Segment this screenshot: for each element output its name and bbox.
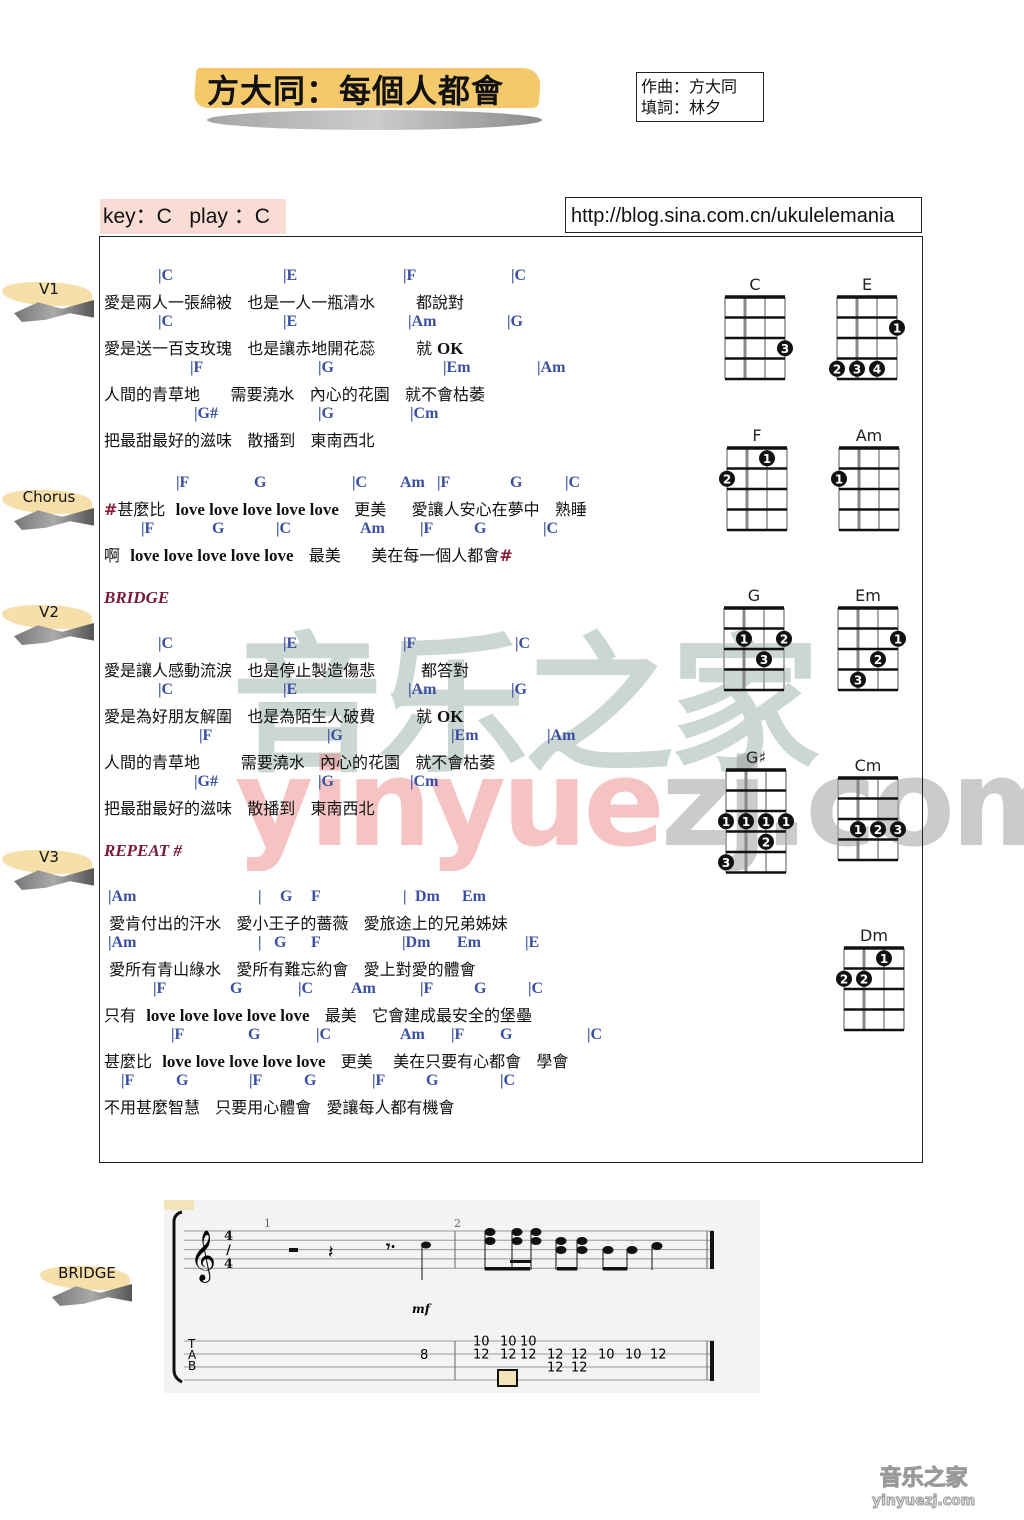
finger-number: 1 (835, 472, 843, 486)
chord-diagram: Dm12 2 (836, 926, 905, 1032)
beam (557, 1267, 577, 1271)
finger-number: 1 (854, 823, 862, 837)
finger-number: 1 (740, 632, 748, 646)
finger-number: 1 (742, 815, 750, 829)
chord-diagram: G♯1 1 1 123 (718, 748, 794, 874)
quarter-rest: 𝄽 (328, 1242, 334, 1263)
chord-name: G♯ (746, 748, 766, 767)
chord-diagram: Cm 1 2 3 (837, 756, 906, 862)
tab-fret: 10 (598, 1348, 615, 1363)
chord-diagrams: C3E12 3 4F12Am1G1 23Em123G♯1 1 1 123Cm1 2 3Dm12 2 (718, 275, 906, 1032)
chord-name: Dm (860, 926, 888, 945)
note (576, 1246, 588, 1254)
note (530, 1237, 542, 1245)
chord-diagram: C3 (724, 275, 793, 381)
finger-number: 2 (780, 632, 788, 646)
finger-number: 3 (781, 342, 789, 356)
finger-number: 1 (894, 632, 902, 646)
treble-clef: 𝄞 (190, 1230, 216, 1283)
tablature: 𝄞 1 2 𝄽 𝄾· mf T A B 8 10 12 10 12 10 12 12 12 12 12 10 10 12 4… (164, 1200, 760, 1393)
final-barline (710, 1231, 714, 1269)
note (511, 1228, 523, 1236)
note (555, 1246, 567, 1254)
final-barline (710, 1341, 714, 1381)
finger-number: 2 (723, 472, 731, 486)
finger-number: 3 (760, 653, 768, 667)
finger-number: 1 (763, 452, 771, 466)
measure-number: 2 (454, 1217, 461, 1230)
finger-number: 2 (833, 362, 841, 376)
tab-letter: B (188, 1359, 196, 1373)
note (651, 1242, 663, 1250)
chord-name: E (862, 275, 872, 294)
chord-diagram: E 1 2 3 4 (829, 275, 905, 381)
note (626, 1246, 638, 1254)
finger-number: 3 (854, 673, 862, 687)
finger-number: 1 (880, 952, 888, 966)
beam (485, 1267, 530, 1271)
chord-diagram: F1 2 (719, 426, 788, 532)
site-logo: 音乐之家 yinyuezj.com (871, 1466, 976, 1512)
section-tag-label: BRIDGE (58, 1264, 116, 1282)
chord-diagram: Em 123 (837, 586, 906, 692)
finger-number: 1 (893, 321, 901, 335)
chord-name: Cm (855, 756, 882, 775)
note (484, 1228, 496, 1236)
logo-cn: 音乐之家 (879, 1466, 968, 1491)
finger-number: 1 (782, 815, 790, 829)
tab-fret: 12 (571, 1361, 588, 1376)
chord-name: C (749, 275, 760, 294)
note (484, 1237, 496, 1245)
tab-fret: 12 (547, 1361, 564, 1376)
finger-number: 3 (894, 823, 902, 837)
tab-fret: 10 (625, 1348, 642, 1363)
chord-name: F (752, 426, 761, 445)
chord-diagram: G 1 23 (723, 586, 792, 692)
note (530, 1228, 542, 1236)
tab-fret: 12 (473, 1348, 490, 1363)
chord-name: Am (856, 426, 883, 445)
finger-number: 3 (853, 362, 861, 376)
note (511, 1237, 523, 1245)
chord-name: Em (855, 586, 881, 605)
note (602, 1246, 614, 1254)
chord-name: G (748, 586, 760, 605)
finger-number: 2 (762, 835, 770, 849)
finger-number: 2 (860, 972, 868, 986)
chord-diagram: Am 1 (831, 426, 900, 532)
system-bracket (172, 1210, 183, 1384)
section-tag: BRIDGE (40, 1262, 132, 1312)
tab-fret: 12 (520, 1348, 537, 1363)
finger-number: 2 (840, 972, 848, 986)
tab-staff: 𝄞1 2𝄽 𝄾·mfTAB8101210121012 1212121210 10 12 (164, 1200, 714, 1387)
finger-number: 1 (722, 815, 730, 829)
dynamic-marking: mf (412, 1302, 432, 1316)
logo-en: yinyuezj.com (871, 1493, 976, 1510)
eighth-rest: 𝄾· (385, 1237, 396, 1256)
finger-number: 3 (722, 856, 730, 870)
measure-number: 1 (264, 1217, 271, 1230)
cursor-box[interactable] (497, 1369, 518, 1387)
half-rest (289, 1248, 298, 1252)
tab-fret: 12 (500, 1348, 517, 1363)
finger-number: 2 (874, 823, 882, 837)
finger-number: 1 (762, 815, 770, 829)
tab-fret: 12 (650, 1348, 667, 1363)
tab-fret: 8 (420, 1348, 428, 1363)
finger-number: 2 (874, 653, 882, 667)
finger-number: 4 (873, 362, 881, 376)
marker (164, 1200, 194, 1210)
time-signature: 4/4 (221, 1229, 236, 1271)
beam (603, 1267, 627, 1271)
beam (510, 1260, 531, 1263)
note (555, 1237, 567, 1245)
note (576, 1237, 588, 1245)
